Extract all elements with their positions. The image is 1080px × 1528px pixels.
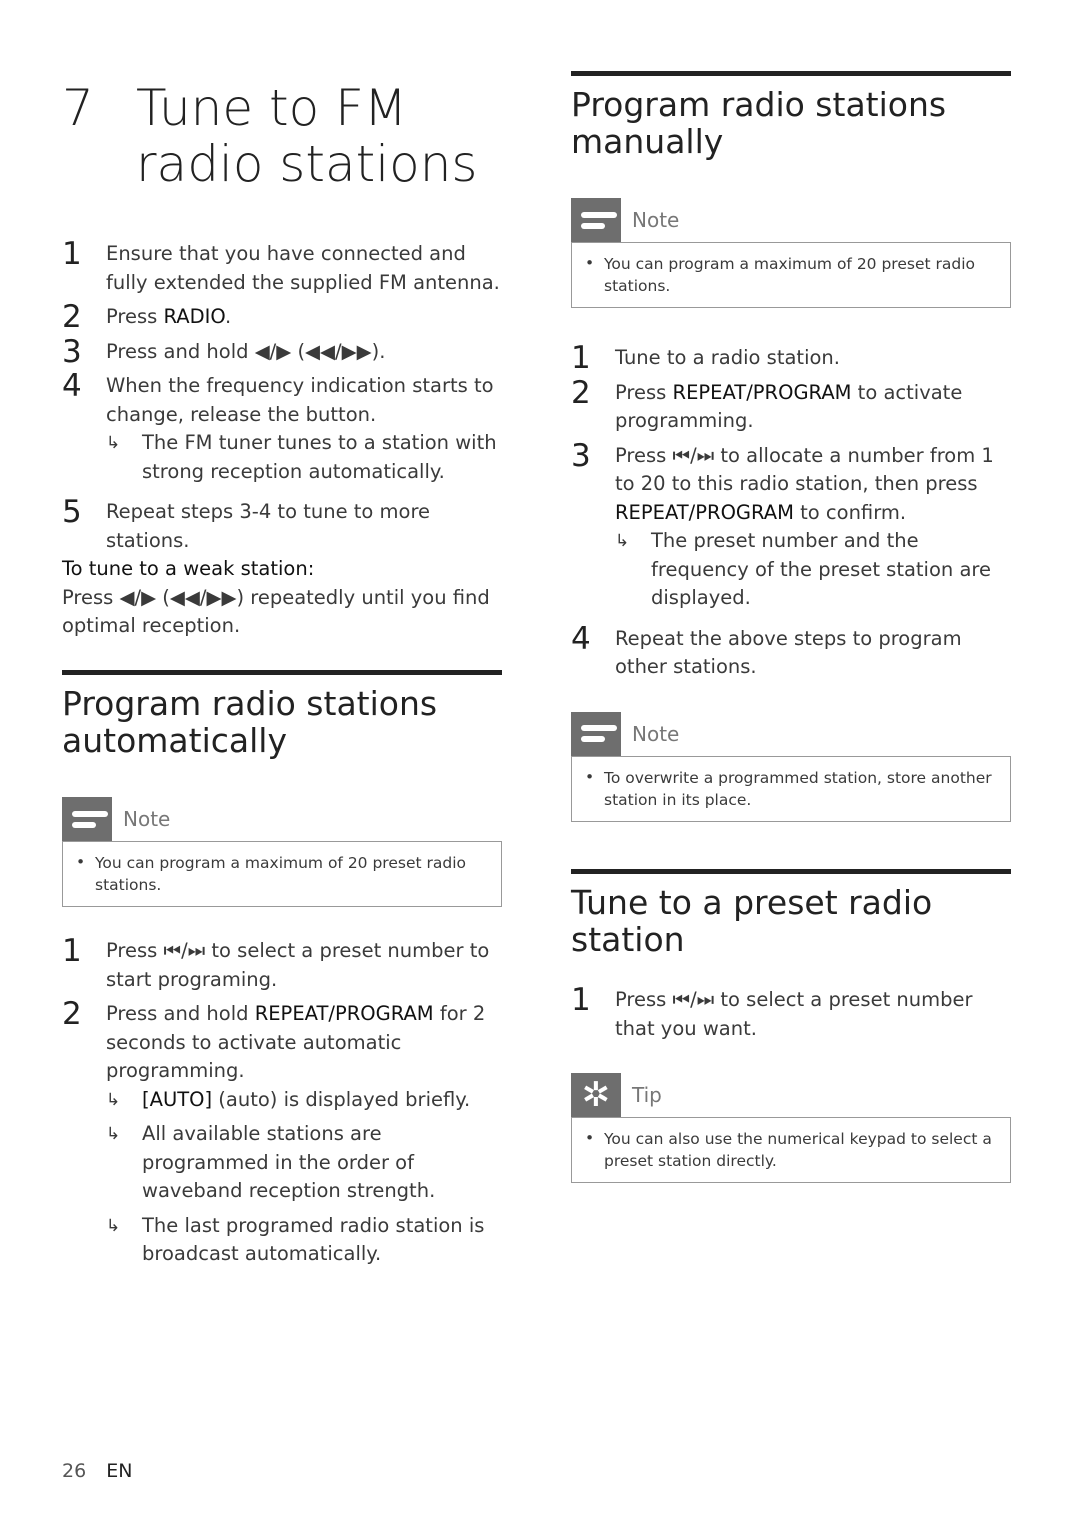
chapter-number: 7 (62, 79, 94, 137)
section-rule (571, 71, 1011, 76)
note-icon (571, 198, 621, 242)
step: 3 Press ⏮/⏭ to allocate a number from 1 t… (571, 438, 1011, 613)
result: ↳ The last programed radio station is bro… (106, 1213, 485, 1266)
result-arrow-icon: ↳ (106, 1215, 121, 1236)
step: 5 Repeat steps 3-4 to tune to more statio… (62, 494, 431, 552)
result: ↳ The FM tuner tunes to a station with st… (106, 431, 497, 483)
step: 2 Press REPEAT/PROGRAM to activate progra… (571, 374, 963, 433)
weak-station-text: Press ◀/▶ (◀◀/▶▶) repeatedly until you f… (62, 585, 490, 638)
auto-section: Program radio stations automatically Not… (62, 670, 502, 1269)
section-rule (62, 670, 502, 675)
result-arrow-icon: ↳ (106, 1089, 121, 1110)
chapter-title: Tune to FM radio stations (136, 79, 478, 193)
result: ↳ The preset number and the frequency of … (615, 529, 992, 609)
section-rule (571, 869, 1011, 874)
manual-section: Program radio stations manually Note • Yo… (571, 71, 1011, 822)
note-icon (571, 711, 621, 756)
step: 1 Press ⏮/⏭ to select a preset number to … (62, 933, 490, 991)
step: 1 Ensure that you have connected and full… (62, 236, 500, 294)
page-footer: 26 EN (62, 1460, 132, 1482)
weak-station-heading: To tune to a weak station: (62, 557, 315, 580)
step: 3 Press and hold ◀/▶ (◀◀/▶▶). (62, 333, 386, 370)
step: 4 Repeat the above steps to program other… (571, 620, 962, 679)
tip-header: ✲ Tip (571, 1073, 1011, 1117)
section-title: Program radio stations manually (571, 85, 947, 161)
note-box: • You can program a maximum of 20 preset … (62, 841, 502, 907)
tip-icon: ✲ (571, 1073, 621, 1117)
result-arrow-icon: ↳ (106, 1124, 121, 1144)
note-header: Note (571, 198, 1011, 242)
note-box: • To overwrite a programmed station, stor… (571, 755, 1011, 822)
result: ↳ All available stations are programmed i… (106, 1122, 436, 1202)
section-title: Tune to a preset radio station (571, 883, 933, 959)
step: 1 Press ⏮/⏭ to select a preset number tha… (571, 982, 973, 1040)
step: 2 Press RADIO. (62, 299, 232, 335)
step: 2 Press and hold REPEAT/PROGRAM for 2 sec… (62, 996, 502, 1269)
tip-box: • You can also use the numerical keypad t… (571, 1117, 1011, 1183)
note-header: Note (62, 797, 502, 841)
result-arrow-icon: ↳ (615, 531, 630, 551)
note-box: • You can program a maximum of 20 preset … (571, 242, 1011, 308)
note-icon (62, 797, 112, 841)
note-header: Note (571, 711, 1011, 756)
preset-section: Tune to a preset radio station 1 Press ⏮/… (571, 869, 1011, 1183)
page-number: 26 (62, 1460, 87, 1482)
step: 4 When the frequency indication starts to… (62, 368, 502, 486)
intro-steps: 1 Ensure that you have connected and full… (62, 236, 502, 641)
language-code: EN (106, 1460, 133, 1482)
step: 1 Tune to a radio station. (571, 340, 840, 376)
result-arrow-icon: ↳ (106, 433, 121, 453)
result: ↳ [AUTO] (auto) is displayed briefly. (106, 1086, 502, 1115)
section-title: Program radio stations automatically (62, 684, 438, 760)
